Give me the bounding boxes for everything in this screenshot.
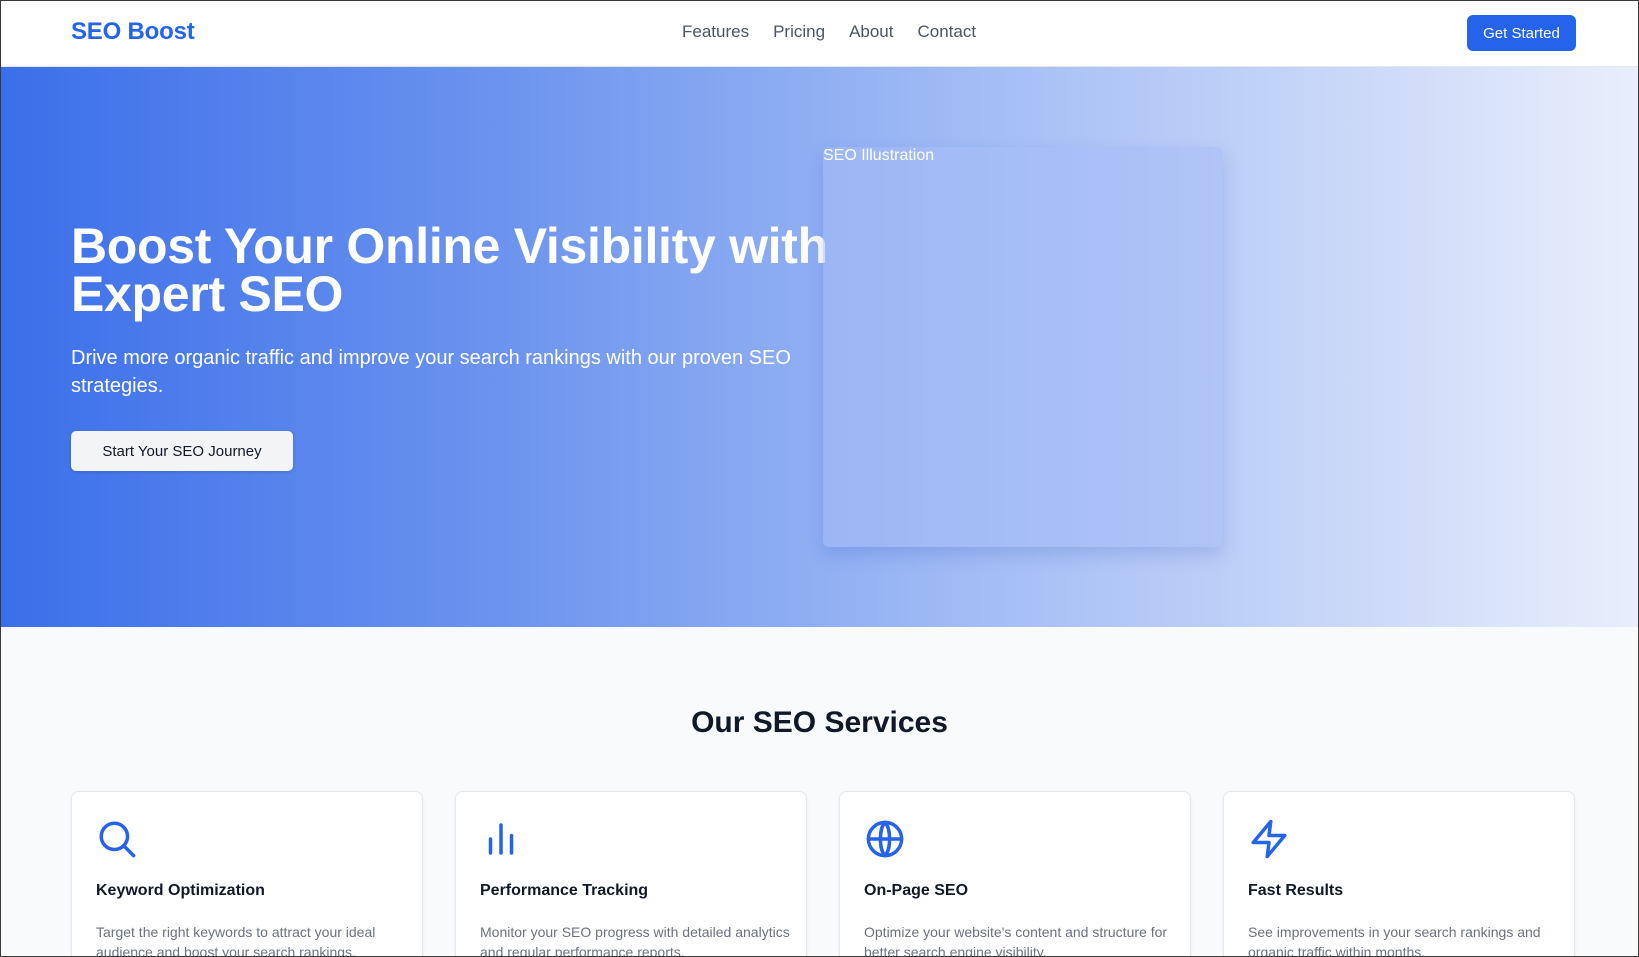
nav-link-features[interactable]: Features [682,22,749,42]
service-card-title: Fast Results [1248,882,1344,899]
start-seo-journey-button[interactable]: Start Your SEO Journey [71,431,293,471]
nav-link-pricing[interactable]: Pricing [773,22,825,42]
nav-links: Features Pricing About Contact [682,22,976,42]
service-card-fast-results: Fast Results See improvements in your se… [1223,791,1575,957]
search-icon [99,821,136,858]
service-cards: Keyword Optimization Target the right ke… [71,791,1575,957]
hero-subtitle: Drive more organic traffic and improve y… [71,347,791,397]
get-started-button[interactable]: Get Started [1467,15,1576,51]
service-card-title: Keyword Optimization [96,882,265,899]
hero-section: Boost Your Online Visibility with Expert… [1,67,1638,627]
service-card-description: Monitor your SEO progress with detailed … [480,924,790,957]
page: SEO Boost Features Pricing About Contact… [0,0,1639,957]
seo-illustration: SEO Illustration [823,147,1223,547]
nav-link-about[interactable]: About [849,22,893,42]
lightning-icon [1251,819,1287,859]
service-card-title: Performance Tracking [480,882,649,899]
service-card-performance-tracking: Performance Tracking Monitor your SEO pr… [455,791,807,957]
globe-icon [866,820,904,858]
top-nav: SEO Boost Features Pricing About Contact… [1,1,1638,67]
service-card-on-page-seo: On-Page SEO Optimize your website's cont… [839,791,1191,957]
brand-logo[interactable]: SEO Boost [71,18,195,46]
service-card-description: Optimize your website's content and stru… [864,924,1168,957]
service-card-description: See improvements in your search rankings… [1248,924,1541,957]
services-title: Our SEO Services [691,706,948,739]
bar-chart-icon [488,823,514,855]
seo-illustration-alt-text: SEO Illustration [823,147,935,164]
service-card-description: Target the right keywords to attract you… [96,924,376,957]
hero-title: Boost Your Online Visibility with Expert… [71,218,828,322]
services-section: Our SEO Services Keyword Optimization Ta… [1,627,1638,957]
service-card-title: On-Page SEO [864,882,969,899]
service-card-keyword-optimization: Keyword Optimization Target the right ke… [71,791,423,957]
nav-link-contact[interactable]: Contact [918,22,977,42]
